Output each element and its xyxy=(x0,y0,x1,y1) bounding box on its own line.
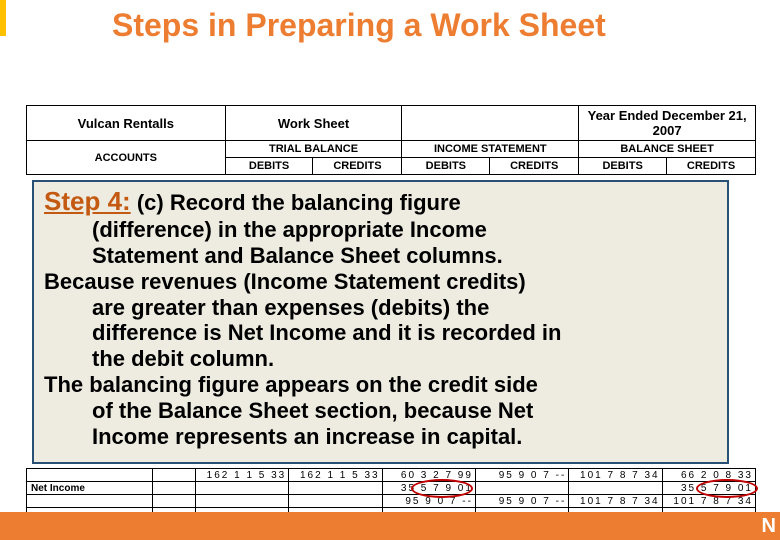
step-line3: Because revenues (Income Statement credi… xyxy=(44,269,526,294)
accent-bar xyxy=(0,0,6,36)
step-line6: the debit column. xyxy=(44,346,717,372)
step-line9: Income represents an increase in capital… xyxy=(44,424,717,450)
col-balance: BALANCE SHEET xyxy=(579,141,756,158)
tb-credit: CREDITS xyxy=(313,158,402,175)
net-income-label: Net Income xyxy=(27,482,153,495)
col-income: INCOME STATEMENT xyxy=(402,141,579,158)
bs-debit: DEBITS xyxy=(579,158,667,175)
company-name: Vulcan Rentalls xyxy=(27,106,226,141)
doc-title: Work Sheet xyxy=(225,106,402,141)
tb-debit: DEBITS xyxy=(225,158,313,175)
footer-bar xyxy=(0,512,780,540)
step-line8: of the Balance Sheet section, because Ne… xyxy=(44,398,717,424)
worksheet-header: Vulcan Rentalls Work Sheet Year Ended De… xyxy=(26,105,756,175)
step-line7: The balancing figure appears on the cred… xyxy=(44,372,538,397)
bs-credit: CREDITS xyxy=(667,158,756,175)
highlight-ellipse-1 xyxy=(411,479,473,498)
is-debit: DEBITS xyxy=(402,158,490,175)
col-trial: TRIAL BALANCE xyxy=(225,141,402,158)
highlight-ellipse-2 xyxy=(696,479,758,498)
step-callout: Step 4: (c) Record the balancing figure … xyxy=(32,180,729,464)
period xyxy=(402,106,579,141)
step-line4: are greater than expenses (debits) the xyxy=(44,295,717,321)
footer-letter: N xyxy=(762,515,776,538)
step-line2: Statement and Balance Sheet columns. xyxy=(44,243,717,269)
step-line5: difference is Net Income and it is recor… xyxy=(44,320,717,346)
step-line0: (c) Record the balancing figure xyxy=(137,190,461,215)
slide-title: Steps in Preparing a Work Sheet xyxy=(112,8,606,43)
accounts-label: ACCOUNTS xyxy=(27,141,226,175)
is-credit: CREDITS xyxy=(490,158,579,175)
period-end: Year Ended December 21, 2007 xyxy=(579,106,756,141)
step-label: Step 4: xyxy=(44,186,131,216)
step-line1: (difference) in the appropriate Income xyxy=(44,217,717,243)
